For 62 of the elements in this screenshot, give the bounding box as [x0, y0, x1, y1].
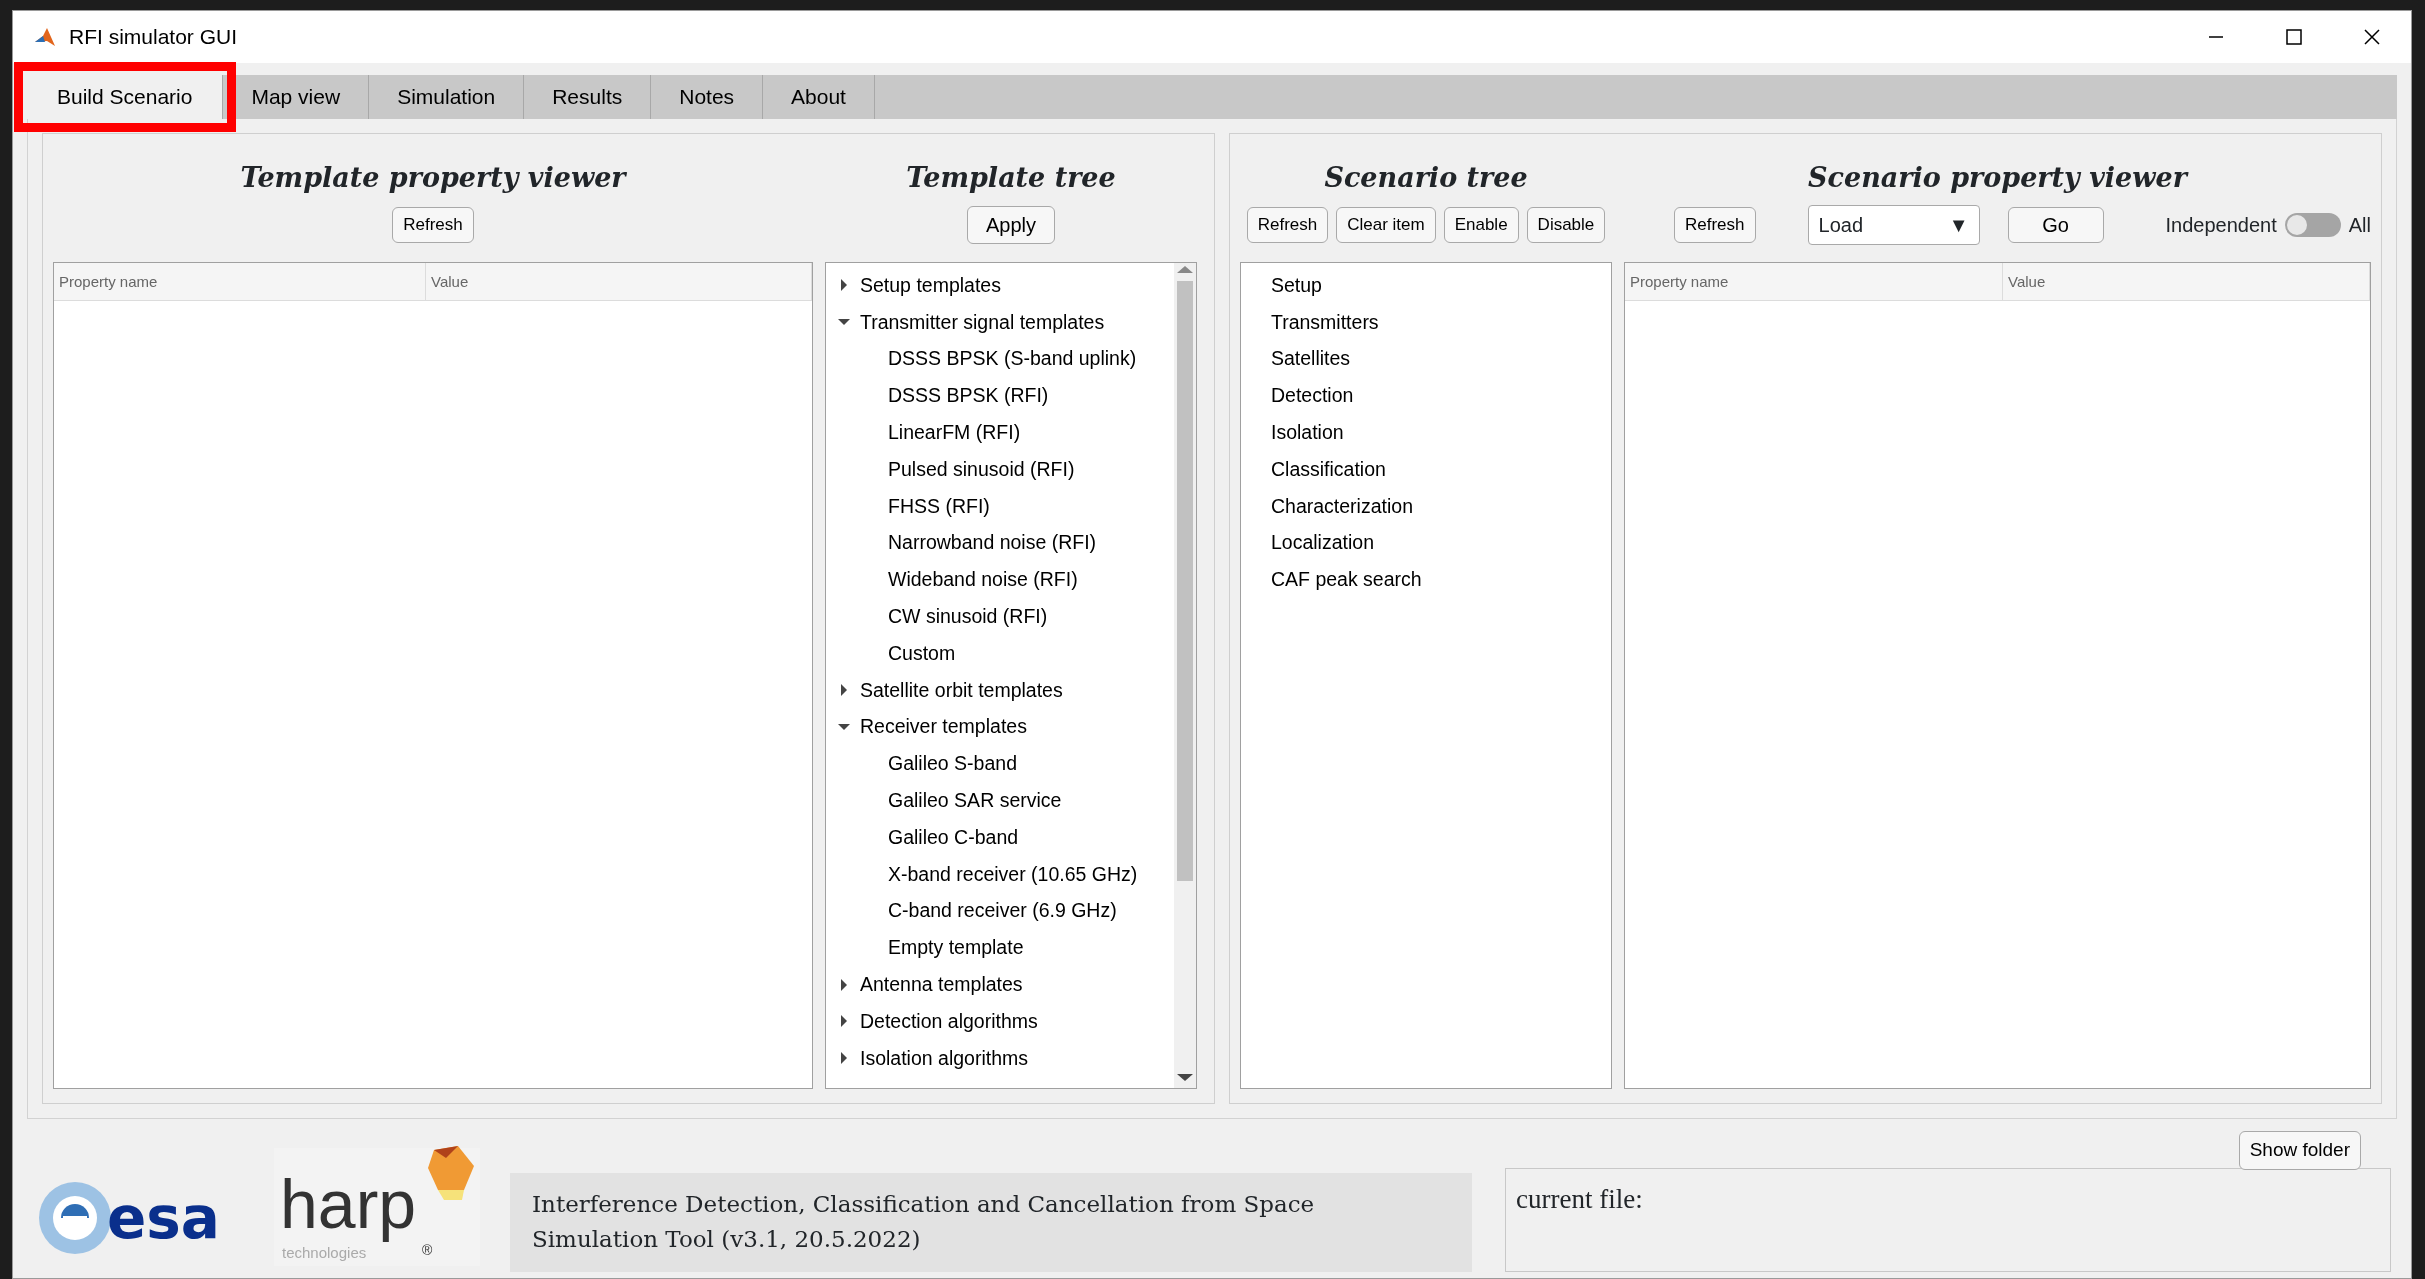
tree-item[interactable]: LinearFM (RFI) [888, 417, 1021, 448]
refresh-button[interactable]: Refresh [392, 206, 474, 244]
column-header: Value [426, 263, 812, 300]
scrollbar-thumb[interactable] [1177, 281, 1193, 881]
tree-item[interactable]: Setup [1271, 270, 1322, 300]
column-header: Property name [1625, 263, 2003, 300]
tree-item[interactable]: Empty template [888, 933, 1024, 963]
dropdown[interactable]: Load ▼ [1807, 205, 1980, 245]
tree-item[interactable]: Custom [888, 638, 956, 668]
apply-button[interactable]: Apply [967, 206, 1055, 244]
tree-item[interactable]: Isolation [1271, 417, 1344, 448]
description-text: Interference Detection, Classification and Cancellation from Space Simulation Tool (v3.1, 20.5.2022) [510, 1172, 1472, 1272]
tree-item[interactable]: Galileo S-band [888, 749, 1017, 779]
tree-item[interactable]: C-band receiver (6.9 GHz) [888, 896, 1117, 926]
tree-item[interactable]: Characterization [1271, 491, 1413, 521]
panel-title: Scenario tree [1324, 161, 1528, 194]
show-folder-button[interactable]: Show folder [2238, 1131, 2361, 1170]
tree-item[interactable]: Classification [1271, 454, 1386, 484]
window-title: RFI simulator GUI [69, 24, 238, 51]
tree-item[interactable]: Transmitters [1271, 307, 1379, 337]
tree-item[interactable]: DSSS BPSK (S-band uplink) [888, 344, 1137, 374]
toolbar-button[interactable]: Disable [1526, 206, 1606, 244]
toolbar-button[interactable]: Clear item [1336, 206, 1436, 244]
app-icon [33, 26, 57, 48]
panel-title: Scenario property viewer [1808, 161, 2187, 194]
tree-item[interactable]: Satellite orbit templates [860, 675, 1063, 705]
tree-item[interactable]: DSSS BPSK (RFI) [888, 381, 1049, 411]
current-file-text: current file: [1505, 1168, 2391, 1272]
tree-item[interactable]: FHSS (RFI) [888, 491, 990, 521]
panel-title: Template tree [906, 161, 1116, 194]
tree-item[interactable]: Isolation algorithms [860, 1043, 1028, 1073]
dropdown-arrow: ▼ [1948, 213, 1969, 238]
tree-item[interactable]: Narrowband noise (RFI) [888, 528, 1097, 558]
tree-item[interactable]: Receiver templates [860, 712, 1027, 742]
esa-logo: esa [107, 1189, 220, 1247]
toggle-label: All [2348, 213, 2371, 238]
dropdown-value: Load [1818, 213, 1864, 238]
toolbar-button[interactable]: Enable [1443, 206, 1519, 244]
tree-item[interactable]: Galileo SAR service [888, 785, 1062, 816]
tree-item[interactable]: Satellites [1271, 344, 1351, 374]
column-header: Value [2003, 263, 2370, 300]
toolbar-button[interactable]: Refresh [1246, 206, 1329, 244]
panel-title: Template property viewer [240, 161, 626, 194]
tree-item[interactable]: Setup templates [860, 270, 1001, 300]
tree-item[interactable]: Detection [1271, 381, 1354, 411]
tree-item[interactable]: Pulsed sinusoid (RFI) [888, 454, 1075, 484]
tree-item[interactable]: Galileo C-band [888, 822, 1019, 852]
column-header: Property name [54, 263, 426, 300]
logo-subtitle: technologies [282, 1243, 367, 1263]
registered-mark: ® [422, 1241, 433, 1260]
toggle-label: Independent [2165, 213, 2277, 238]
tree-item[interactable]: Localization [1271, 528, 1374, 558]
tree-item[interactable]: Transmitter signal templates [860, 307, 1105, 337]
go-button[interactable]: Go [2007, 207, 2104, 243]
tree-item[interactable]: CAF peak search [1271, 565, 1422, 595]
tree-item[interactable]: Detection algorithms [860, 1006, 1038, 1036]
refresh-button[interactable]: Refresh [1674, 206, 1756, 244]
tree-item[interactable]: Antenna templates [860, 969, 1023, 1000]
tree-item[interactable]: X-band receiver (10.65 GHz) [888, 859, 1138, 889]
toggle-switch[interactable] [2284, 213, 2341, 237]
tree-item[interactable]: Wideband noise (RFI) [888, 565, 1078, 595]
tree-item[interactable]: CW sinusoid (RFI) [888, 601, 1048, 632]
